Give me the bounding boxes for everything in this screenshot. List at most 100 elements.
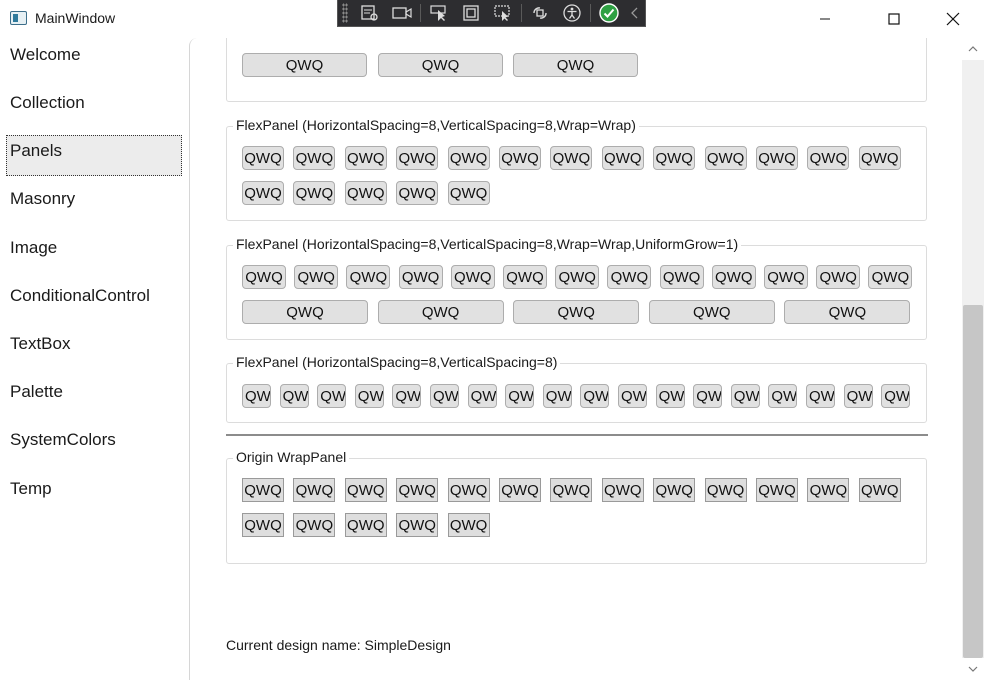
sidebar-item-palette[interactable]: Palette <box>0 375 189 419</box>
scroll-up-button[interactable] <box>962 38 984 60</box>
qwq-button[interactable]: QWQ <box>293 513 336 537</box>
sidebar-item-textbox[interactable]: TextBox <box>0 327 189 371</box>
qwq-button[interactable]: QWQ <box>396 181 439 205</box>
qwq-button[interactable]: QWQ <box>344 478 387 502</box>
qwq-button[interactable]: QWQ <box>704 146 747 170</box>
qwq-button[interactable]: QWQ <box>396 513 439 537</box>
qwq-button[interactable]: QWQ <box>242 265 286 289</box>
qwq-button[interactable]: QWQ <box>653 478 696 502</box>
qwq-button[interactable]: QWQ <box>513 300 640 324</box>
qwq-button[interactable]: QWQ <box>555 265 600 289</box>
qwq-button[interactable]: QWQ <box>447 181 490 205</box>
track-focus-button[interactable] <box>487 0 519 27</box>
qwq-button[interactable]: QWQ <box>499 146 541 170</box>
qwq-button[interactable]: QWQ <box>396 478 439 502</box>
sidebar-item-collection[interactable]: Collection <box>0 86 189 130</box>
maximize-button[interactable] <box>871 0 917 38</box>
qwq-button[interactable]: QWQ <box>499 478 541 502</box>
qwq-button[interactable]: QWQ <box>653 146 696 170</box>
qwq-button[interactable]: QWQ <box>601 146 644 170</box>
scroll-down-button[interactable] <box>962 658 984 680</box>
qwq-button[interactable]: QWQ <box>659 265 704 289</box>
minimize-button[interactable] <box>802 0 848 38</box>
qwq-button[interactable]: QWQ <box>377 300 504 324</box>
qwq-button[interactable]: QWQ <box>447 146 490 170</box>
qwq-button[interactable]: QWQ <box>513 53 638 77</box>
qwq-button[interactable]: QWQ <box>398 265 443 289</box>
select-element-button[interactable] <box>423 0 455 27</box>
qwq-button[interactable]: QWQ <box>601 478 644 502</box>
qwq-button[interactable]: QW <box>580 384 610 408</box>
qwq-button[interactable]: QWQ <box>807 146 850 170</box>
qwq-button[interactable]: QWQ <box>550 478 593 502</box>
qwq-button[interactable]: QWQ <box>704 478 747 502</box>
sidebar-item-welcome[interactable]: Welcome <box>0 38 189 82</box>
qwq-button[interactable]: QWQ <box>756 478 798 502</box>
qwq-button[interactable]: QWQ <box>868 265 913 289</box>
qwq-button[interactable]: QWQ <box>607 265 652 289</box>
qwq-button[interactable]: QWQ <box>344 513 387 537</box>
live-visual-tree-button[interactable] <box>354 0 386 27</box>
qwq-button[interactable]: QWQ <box>756 146 798 170</box>
qwq-button[interactable]: QW <box>242 384 271 408</box>
qwq-button[interactable]: QWQ <box>242 181 284 205</box>
qwq-button[interactable]: QW <box>881 384 911 408</box>
qwq-button[interactable]: QWQ <box>396 146 439 170</box>
qwq-button[interactable]: QWQ <box>550 146 593 170</box>
qwq-button[interactable]: QW <box>430 384 459 408</box>
qwq-button[interactable]: QWQ <box>711 265 756 289</box>
qwq-button[interactable]: QW <box>730 384 760 408</box>
collapse-toolbar-button[interactable] <box>625 0 645 27</box>
qwq-button[interactable]: QW <box>505 384 535 408</box>
qwq-button[interactable]: QWQ <box>816 265 861 289</box>
qwq-button[interactable]: QW <box>542 384 572 408</box>
scroll-thumb[interactable] <box>963 305 983 658</box>
qwq-button[interactable]: QWQ <box>294 265 339 289</box>
qwq-button[interactable]: QWQ <box>858 146 901 170</box>
qwq-button[interactable]: QWQ <box>242 513 284 537</box>
qwq-button[interactable]: QW <box>317 384 347 408</box>
layout-adorners-button[interactable] <box>455 0 487 27</box>
sidebar-item-panels[interactable]: Panels <box>0 134 189 178</box>
accessibility-button[interactable] <box>556 0 588 27</box>
qwq-button[interactable]: QWQ <box>784 300 911 324</box>
close-button[interactable] <box>930 0 976 38</box>
qwq-button[interactable]: QW <box>843 384 873 408</box>
qwq-button[interactable]: QWQ <box>344 181 387 205</box>
qwq-button[interactable]: QWQ <box>807 478 850 502</box>
qwq-button[interactable]: QW <box>392 384 422 408</box>
qwq-button[interactable]: QW <box>655 384 685 408</box>
qwq-button[interactable]: QWQ <box>450 265 495 289</box>
qwq-button[interactable]: QWQ <box>503 265 547 289</box>
qwq-button[interactable]: QW <box>618 384 647 408</box>
qwq-button[interactable]: QW <box>467 384 497 408</box>
qwq-button[interactable]: QWQ <box>346 265 391 289</box>
sidebar-item-conditionalcontrol[interactable]: ConditionalControl <box>0 279 189 323</box>
record-button[interactable] <box>386 0 418 27</box>
qwq-button[interactable]: QWQ <box>378 53 503 77</box>
qwq-button[interactable]: QWQ <box>447 513 490 537</box>
qwq-button[interactable]: QWQ <box>858 478 901 502</box>
sidebar-item-image[interactable]: Image <box>0 231 189 275</box>
vertical-scrollbar[interactable] <box>962 38 984 680</box>
qwq-button[interactable]: QWQ <box>293 181 336 205</box>
qwq-button[interactable]: QWQ <box>293 478 336 502</box>
qwq-button[interactable]: QWQ <box>447 478 490 502</box>
qwq-button[interactable]: QW <box>806 384 835 408</box>
qwq-button[interactable]: QWQ <box>344 146 387 170</box>
scroll-track[interactable] <box>962 60 984 658</box>
qwq-button[interactable]: QWQ <box>242 53 367 77</box>
qwq-button[interactable]: QW <box>354 384 384 408</box>
qwq-button[interactable]: QWQ <box>648 300 775 324</box>
sidebar-item-systemcolors[interactable]: SystemColors <box>0 423 189 467</box>
qwq-button[interactable]: QW <box>768 384 798 408</box>
qwq-button[interactable]: QWQ <box>242 478 284 502</box>
binding-failures-button[interactable] <box>524 0 556 27</box>
sidebar-item-masonry[interactable]: Masonry <box>0 182 189 226</box>
qwq-button[interactable]: QWQ <box>242 146 284 170</box>
qwq-button[interactable]: QW <box>279 384 309 408</box>
sidebar-item-temp[interactable]: Temp <box>0 472 189 516</box>
qwq-button[interactable]: QW <box>693 384 723 408</box>
qwq-button[interactable]: QWQ <box>293 146 336 170</box>
toolbar-grip[interactable] <box>342 3 348 23</box>
